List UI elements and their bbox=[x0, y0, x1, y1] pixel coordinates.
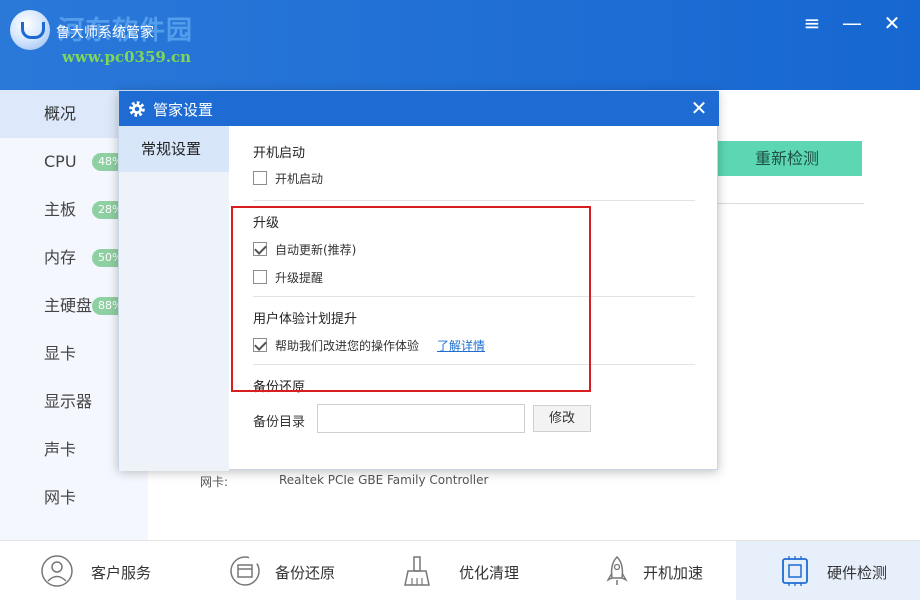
hardware-check-button[interactable]: 硬件检测 bbox=[736, 541, 920, 600]
sidebar-item-label: 主板 bbox=[44, 200, 77, 219]
settings-dialog: 管家设置 ✕ 常规设置 开机启动 开机启动 升级 自动更新(推荐) 升级提醒 用… bbox=[118, 90, 719, 471]
bottom-toolbar: 客户服务 备份还原 优化清理 开机加速 硬件检测 bbox=[0, 540, 920, 600]
menu-icon[interactable]: ≡ bbox=[800, 12, 824, 36]
experience-checkbox[interactable] bbox=[253, 338, 267, 352]
bottom-item-label: 优化清理 bbox=[459, 564, 520, 582]
section-title-startup: 开机启动 bbox=[253, 146, 306, 161]
boot-speedup-button[interactable]: 开机加速 bbox=[552, 541, 736, 600]
sidebar-item-network[interactable]: 网卡 bbox=[0, 474, 148, 522]
bottom-item-label: 备份还原 bbox=[275, 564, 336, 582]
sidebar-item-label: 显示器 bbox=[44, 392, 93, 411]
customer-service-button[interactable]: 客户服务 bbox=[0, 541, 184, 600]
checkbox-label: 升级提醒 bbox=[275, 270, 324, 285]
optimize-clean-button[interactable]: 优化清理 bbox=[368, 541, 552, 600]
backup-icon bbox=[230, 556, 260, 586]
backup-dir-input[interactable] bbox=[317, 404, 525, 433]
backup-dir-label: 备份目录 bbox=[253, 415, 306, 430]
dialog-header: 管家设置 ✕ bbox=[119, 91, 719, 126]
title-bar: 河东软件园 鲁大师系统管家 www.pc0359.cn ≡ — ✕ bbox=[0, 0, 920, 90]
divider bbox=[712, 203, 864, 204]
divider bbox=[253, 296, 695, 297]
rocket-icon bbox=[606, 555, 628, 585]
sidebar-item-label: 主硬盘 bbox=[44, 296, 93, 315]
watermark-url: www.pc0359.cn bbox=[62, 48, 192, 66]
bottom-item-label: 开机加速 bbox=[643, 564, 704, 582]
divider bbox=[253, 364, 695, 365]
app-title: 鲁大师系统管家 bbox=[56, 25, 154, 41]
startup-checkbox-row[interactable]: 开机启动 bbox=[253, 169, 323, 187]
section-title-backup: 备份还原 bbox=[253, 380, 306, 395]
learn-more-link[interactable]: 了解详情 bbox=[437, 337, 485, 354]
recheck-button[interactable]: 重新检测 bbox=[712, 141, 862, 176]
sidebar-item-label: 显卡 bbox=[44, 344, 77, 363]
checkbox-label: 自动更新(推荐) bbox=[275, 242, 357, 257]
upgrade-reminder-checkbox-row[interactable]: 升级提醒 bbox=[253, 268, 323, 286]
sidebar-item-label: 声卡 bbox=[44, 440, 77, 459]
checkbox-label: 帮助我们改进您的操作体验 bbox=[275, 338, 420, 353]
gear-icon bbox=[129, 101, 145, 117]
auto-update-checkbox[interactable] bbox=[253, 242, 267, 256]
app-logo bbox=[10, 10, 50, 50]
network-value: Realtek PCIe GBE Family Controller bbox=[279, 473, 489, 487]
chip-icon bbox=[782, 556, 808, 586]
tab-general-settings[interactable]: 常规设置 bbox=[119, 126, 229, 172]
section-title-upgrade: 升级 bbox=[253, 216, 280, 231]
sidebar-item-label: CPU bbox=[44, 152, 77, 171]
sidebar-item-label: 内存 bbox=[44, 248, 77, 267]
close-icon[interactable]: ✕ bbox=[687, 96, 711, 120]
dialog-title: 管家设置 bbox=[153, 101, 214, 119]
sidebar-item-label: 网卡 bbox=[44, 488, 77, 507]
auto-update-checkbox-row[interactable]: 自动更新(推荐) bbox=[253, 240, 356, 258]
checkbox-label: 开机启动 bbox=[275, 171, 324, 186]
minimize-icon[interactable]: — bbox=[840, 12, 864, 36]
modify-button[interactable]: 修改 bbox=[533, 405, 591, 432]
sidebar-item-label: 概况 bbox=[44, 104, 77, 123]
divider bbox=[253, 200, 695, 201]
dialog-sidebar: 常规设置 bbox=[119, 126, 229, 471]
startup-checkbox[interactable] bbox=[253, 171, 267, 185]
bottom-item-label: 客户服务 bbox=[91, 564, 152, 582]
dialog-body: 开机启动 开机启动 升级 自动更新(推荐) 升级提醒 用户体验计划提升 帮助我们… bbox=[229, 126, 719, 471]
experience-checkbox-row[interactable]: 帮助我们改进您的操作体验 了解详情 bbox=[253, 336, 485, 354]
section-title-experience: 用户体验计划提升 bbox=[253, 312, 358, 327]
network-label: 网卡: bbox=[200, 475, 229, 489]
upgrade-reminder-checkbox[interactable] bbox=[253, 270, 267, 284]
bottom-item-label: 硬件检测 bbox=[827, 564, 888, 582]
backup-restore-button[interactable]: 备份还原 bbox=[184, 541, 368, 600]
close-icon[interactable]: ✕ bbox=[880, 12, 904, 36]
headset-icon bbox=[41, 555, 73, 587]
broom-icon bbox=[404, 556, 430, 586]
